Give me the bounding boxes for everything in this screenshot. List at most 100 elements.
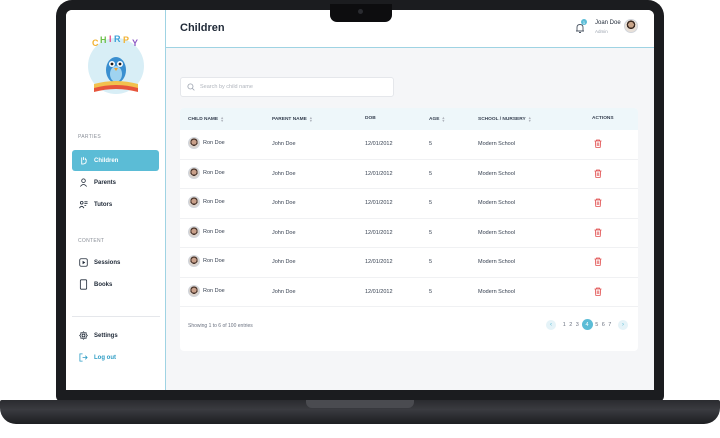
user-avatar[interactable] <box>624 19 638 33</box>
book-icon <box>78 279 88 290</box>
dob-cell: 12/01/2012 <box>365 229 393 236</box>
parent-name-cell: John Doe <box>272 200 296 206</box>
search-box[interactable] <box>180 77 394 97</box>
column-header-label: PARENT NAME <box>272 116 307 122</box>
parent-name-cell: John Doe <box>272 288 296 295</box>
table-row[interactable]: Ron Doe John Doe 12/01/2012 5 Modern Sch… <box>180 189 638 219</box>
table-row[interactable]: Ron Doe John Doe 12/01/2012 5 Modern Sch… <box>180 160 638 189</box>
sidebar-item-parents[interactable]: Parents <box>72 172 159 193</box>
trash-icon[interactable] <box>594 139 602 148</box>
table-header: CHILD NAME ▴ ▾ PARENT NAME ▴ ▾ DOB AGE ▴ ▾ SCH… <box>180 108 638 130</box>
table-row[interactable]: Ron Doe John Doe 12/01/2012 5 Modern Sch… <box>180 219 638 248</box>
user-name[interactable]: Joan Doe <box>595 20 621 26</box>
child-avatar <box>188 225 200 238</box>
table-row[interactable]: Ron Doe John Doe 12/01/2012 5 Modern Sch… <box>180 248 638 278</box>
trash-icon[interactable] <box>594 287 602 296</box>
camera-icon <box>358 9 363 14</box>
sort-icon: ▴ ▾ <box>442 115 445 123</box>
dob-cell: 12/01/2012 <box>365 170 393 177</box>
svg-text:C: C <box>92 38 99 48</box>
column-header-child-name[interactable]: CHILD NAME ▴ ▾ <box>188 115 224 123</box>
column-header-label: DOB <box>365 116 376 121</box>
column-header-dob[interactable]: DOB <box>365 116 376 121</box>
app-logo: C H I R P Y <box>88 34 144 94</box>
table-row[interactable]: Ron Doe John Doe 12/01/2012 5 Modern Sch… <box>180 278 638 307</box>
main-content: CHILD NAME▴▾ PARENT NAME▴▾ DOB AGE▴▾ SCH… <box>166 48 654 390</box>
sidebar-item-children[interactable]: Children <box>72 150 159 171</box>
child-name-cell: Ron Doe <box>188 255 225 267</box>
child-name-cell: Ron Doe <box>188 196 225 208</box>
play-icon <box>78 258 88 268</box>
top-bar: Children 1 Joan Doe Admin <box>166 10 654 48</box>
column-header-age[interactable]: AGE ▴ ▾ <box>429 115 445 123</box>
laptop-frame: C H I R P Y PARTIES Children Parents Tut… <box>0 0 720 438</box>
child-name: Ron Doe <box>203 140 225 146</box>
sidebar-item-sessions[interactable]: Sessions <box>72 252 159 273</box>
trash-icon[interactable] <box>594 257 602 266</box>
page-button-7[interactable]: 7 <box>607 322 614 328</box>
table-row[interactable]: Ron Doe John Doe 12/01/2012 5 Modern Sch… <box>180 130 638 160</box>
dob-cell: 12/01/2012 <box>365 141 393 147</box>
svg-text:R: R <box>114 34 121 44</box>
school-cell: Modern School <box>478 170 515 177</box>
section-label-content: CONTENT <box>78 238 105 244</box>
sidebar-item-tutors[interactable]: Tutors <box>72 194 159 215</box>
page-button-4-current[interactable]: 4 <box>581 319 593 330</box>
trash-icon[interactable] <box>594 198 602 207</box>
svg-text:I: I <box>109 34 112 44</box>
sidebar: C H I R P Y PARTIES Children Parents Tut… <box>66 10 166 390</box>
school-cell: Modern School <box>478 288 515 295</box>
dob-cell: 12/01/2012 <box>365 200 393 206</box>
parent-name-cell: John Doe <box>272 141 296 147</box>
child-avatar <box>188 255 200 267</box>
sidebar-item-label: Parents <box>94 179 117 186</box>
age-cell: 5 <box>429 288 433 295</box>
column-header-label: AGE <box>429 116 440 122</box>
laptop-base-notch <box>306 400 414 408</box>
sidebar-item-books[interactable]: Books <box>72 274 159 295</box>
child-name: Ron Doe <box>203 199 225 205</box>
logout-button[interactable]: Log out <box>72 347 159 368</box>
column-header-label: CHILD NAME <box>188 116 219 122</box>
child-name: Ron Doe <box>203 228 225 235</box>
age-cell: 5 <box>429 259 433 265</box>
column-header-school[interactable]: SCHOOL / NURSERY ▴ ▾ <box>478 115 531 123</box>
trash-icon[interactable] <box>594 169 602 178</box>
age-cell: 5 <box>429 141 433 147</box>
page-button-3[interactable]: 3 <box>574 322 581 328</box>
svg-text:Y: Y <box>132 38 138 48</box>
column-header-parent-name[interactable]: PARENT NAME ▴ ▾ <box>272 116 312 123</box>
child-name: Ron Doe <box>203 287 225 294</box>
pagination: ‹ 1 2 3 4 5 6 7 › <box>546 319 628 330</box>
sidebar-item-label: Children <box>94 157 119 164</box>
trash-icon[interactable] <box>594 228 602 237</box>
column-header-actions: ACTIONS <box>592 116 614 121</box>
child-avatar <box>188 196 200 208</box>
logout-label: Log out <box>94 354 116 361</box>
sort-icon: ▴ ▾ <box>221 115 224 123</box>
child-name-cell: Ron Doe <box>188 284 225 297</box>
sort-icon: ▴ ▾ <box>528 115 531 123</box>
dob-cell: 12/01/2012 <box>365 288 393 295</box>
sidebar-item-settings[interactable]: Settings <box>72 325 159 346</box>
next-page-button[interactable]: › <box>618 319 628 330</box>
school-cell: Modern School <box>478 229 515 236</box>
column-header-label: ACTIONS <box>592 116 614 121</box>
age-cell: 5 <box>429 170 433 177</box>
age-cell: 5 <box>429 229 433 236</box>
child-name-cell: Ron Doe <box>188 166 225 179</box>
sidebar-item-label: Books <box>94 281 113 288</box>
app-screen: C H I R P Y PARTIES Children Parents Tut… <box>66 10 654 390</box>
school-cell: Modern School <box>478 200 515 206</box>
child-name: Ron Doe <box>203 169 225 176</box>
child-avatar <box>188 284 200 297</box>
prev-page-button[interactable]: ‹ <box>546 319 556 330</box>
sidebar-item-label: Settings <box>94 332 118 339</box>
child-name-cell: Ron Doe <box>188 137 225 149</box>
child-name-cell: Ron Doe <box>188 225 225 238</box>
svg-text:H: H <box>100 35 107 45</box>
age-cell: 5 <box>429 200 433 206</box>
search-input[interactable] <box>200 84 390 90</box>
sidebar-item-label: Tutors <box>94 201 113 208</box>
column-header-label: SCHOOL / NURSERY <box>478 116 526 122</box>
